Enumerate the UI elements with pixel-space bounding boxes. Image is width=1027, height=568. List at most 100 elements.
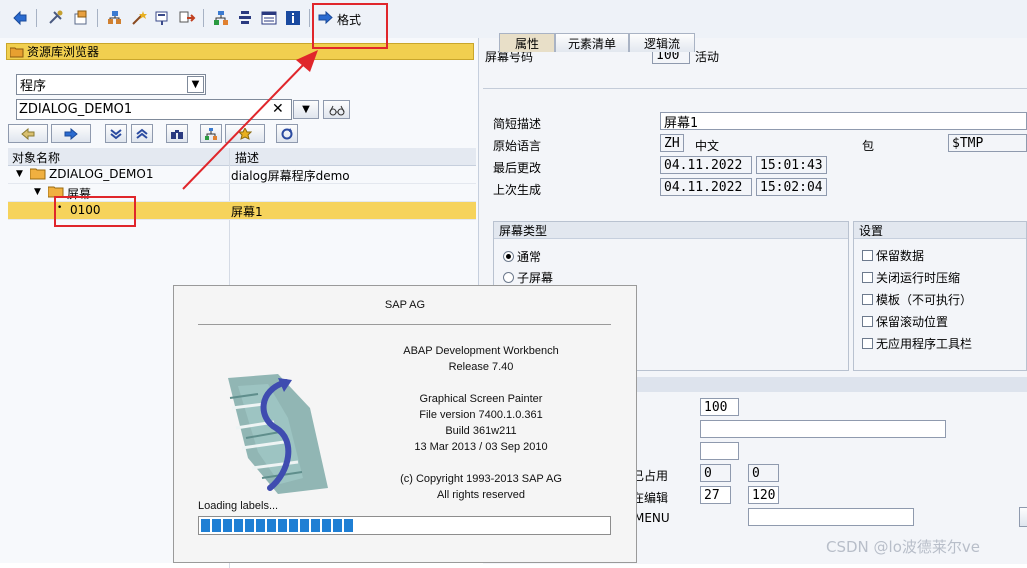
- last-changed-time: 15:01:43: [756, 156, 827, 174]
- editing-lines[interactable]: 27: [700, 486, 731, 504]
- previous-object-button[interactable]: [8, 124, 48, 143]
- status-text: 活动: [695, 50, 720, 64]
- last-changed-date: 04.11.2022: [660, 156, 752, 174]
- progress-segment: [333, 519, 342, 532]
- radio-button[interactable]: [503, 272, 514, 283]
- progress-segment: [234, 519, 243, 532]
- expand-triangle-icon[interactable]: ▼: [16, 169, 23, 179]
- orig-lang-text: 中文: [695, 139, 720, 153]
- column-header-description: 描述: [235, 151, 260, 165]
- last-generated-date: 04.11.2022: [660, 178, 752, 196]
- row-divider: [8, 183, 476, 184]
- tab-attributes[interactable]: 属性: [499, 33, 555, 52]
- hierarchy-icon[interactable]: [200, 124, 222, 143]
- binoculars-icon[interactable]: [166, 124, 188, 143]
- expand-all-icon[interactable]: [105, 124, 127, 143]
- context-menu-input[interactable]: [748, 508, 914, 526]
- checkbox[interactable]: [862, 294, 873, 305]
- tab-element-list[interactable]: 元素清单: [555, 33, 629, 52]
- magic-wand-icon[interactable]: [130, 9, 148, 27]
- orig-lang-field: ZH: [660, 134, 684, 152]
- settings-title: 设置: [854, 222, 1026, 239]
- occupied-lines: 0: [700, 464, 731, 482]
- progress-segment: [311, 519, 320, 532]
- short-desc-input[interactable]: 屏幕1: [660, 112, 1027, 131]
- tree-header: 对象名称 描述: [8, 148, 476, 166]
- checkbox[interactable]: [862, 338, 873, 349]
- splash-build: Build 361w211: [445, 425, 517, 437]
- copy-screen-icon[interactable]: [154, 9, 172, 27]
- tree-node-label: ZDIALOG_DEMO1: [49, 167, 154, 181]
- tree-node-program[interactable]: ▼ ZDIALOG_DEMO1 dialog屏幕程序demo: [8, 166, 476, 183]
- progress-segment: [300, 519, 309, 532]
- radio-normal[interactable]: 通常: [503, 248, 541, 265]
- last-changed-label: 最后更改: [493, 161, 542, 175]
- layout-icon[interactable]: [212, 9, 230, 27]
- annotation-box-screen: [54, 196, 136, 227]
- package-label: 包: [862, 139, 875, 153]
- collapse-all-icon[interactable]: [131, 124, 153, 143]
- chevron-down-icon[interactable]: ▼: [187, 76, 204, 93]
- expand-triangle-icon[interactable]: ▼: [34, 187, 41, 197]
- watermark: CSDN @lo波德莱尔ve: [826, 538, 980, 556]
- where-used-icon[interactable]: [178, 9, 196, 27]
- flow-logic-icon[interactable]: [236, 9, 254, 27]
- checkbox-template[interactable]: 模板（不可执行）: [862, 291, 972, 308]
- context-menu-label: MENU: [634, 511, 670, 525]
- next-object-button[interactable]: [51, 124, 91, 143]
- radio-button[interactable]: [503, 251, 514, 262]
- checkbox[interactable]: [862, 250, 873, 261]
- next-screen-input[interactable]: 100: [700, 398, 739, 416]
- annotation-box-format: [312, 3, 388, 49]
- screen-type-title: 屏幕类型: [494, 222, 848, 239]
- short-desc-label: 简短描述: [493, 117, 542, 131]
- edit-context-menu-button[interactable]: [1019, 507, 1027, 527]
- display-glasses-icon[interactable]: [323, 100, 350, 119]
- tab-flow-logic[interactable]: 逻辑流: [629, 33, 695, 52]
- progress-segment: [344, 519, 353, 532]
- repository-browser-title: 资源库浏览器: [6, 43, 474, 60]
- other-object-icon[interactable]: [72, 9, 90, 27]
- object-name-input[interactable]: ZDIALOG_DEMO1: [16, 99, 292, 120]
- package-field: $TMP: [948, 134, 1027, 152]
- splash-dates: 13 Mar 2013 / 03 Sep 2010: [414, 441, 548, 453]
- cursor-position-input[interactable]: [700, 420, 946, 438]
- progress-segment: [245, 519, 254, 532]
- checkbox-hold-scroll[interactable]: 保留滚动位置: [862, 313, 948, 330]
- progress-segment: [256, 519, 265, 532]
- splash-company: SAP AG: [384, 299, 426, 311]
- editing-columns[interactable]: 120: [748, 486, 779, 504]
- progress-segment: [212, 519, 221, 532]
- folder-icon: [29, 168, 46, 183]
- screen-group-input[interactable]: [700, 442, 739, 460]
- tools-icon[interactable]: [47, 9, 65, 27]
- splash-product: ABAP Development Workbench: [403, 345, 559, 357]
- last-generated-label: 上次生成: [493, 183, 542, 197]
- tree-node-description: dialog屏幕程序demo: [231, 169, 350, 183]
- progress-segment: [201, 519, 210, 532]
- checkbox-no-app-toolbar[interactable]: 无应用程序工具栏: [862, 335, 972, 352]
- refresh-icon[interactable]: [276, 124, 298, 143]
- splash-rights: All rights reserved: [436, 489, 526, 501]
- checkbox-hold-data[interactable]: 保留数据: [862, 247, 924, 264]
- object-type-select[interactable]: 程序 ▼: [16, 74, 206, 95]
- favorites-icon[interactable]: [225, 124, 265, 143]
- element-list-icon[interactable]: [260, 9, 278, 27]
- back-icon[interactable]: [11, 9, 29, 27]
- checkbox-no-runtime-compression[interactable]: 关闭运行时压缩: [862, 269, 960, 286]
- last-generated-time: 15:02:04: [756, 178, 827, 196]
- progress-segment: [322, 519, 331, 532]
- radio-subscreen[interactable]: 子屏幕: [503, 269, 553, 286]
- info-icon[interactable]: [284, 9, 302, 27]
- clear-icon[interactable]: ✕: [272, 101, 284, 117]
- checkbox[interactable]: [862, 272, 873, 283]
- progress-segment: [278, 519, 287, 532]
- lines-columns-editing-label: 在编辑: [632, 491, 669, 505]
- loading-progress-bar: [198, 516, 611, 535]
- dropdown-button[interactable]: ▼: [293, 100, 319, 119]
- folder-icon: [9, 46, 24, 58]
- hierarchy-icon[interactable]: [106, 9, 124, 27]
- checkbox[interactable]: [862, 316, 873, 327]
- splash-loading-text: Loading labels...: [198, 500, 279, 512]
- progress-segment: [267, 519, 276, 532]
